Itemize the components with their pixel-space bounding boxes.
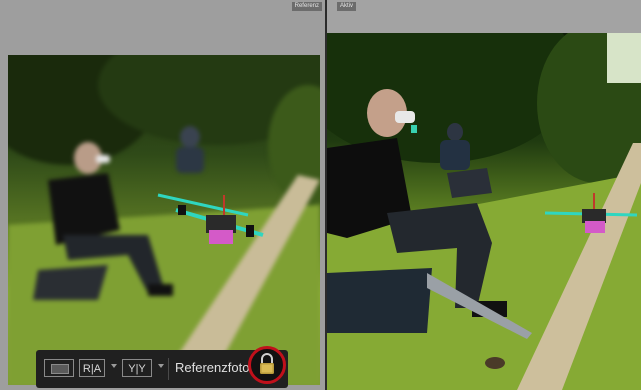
ra-compare-icon: R|A (82, 363, 102, 375)
padlock-icon (260, 353, 274, 374)
ra-dropdown-caret[interactable] (111, 364, 117, 368)
yy-dropdown-caret[interactable] (158, 364, 164, 368)
yy-compare-icon: Y|Y (128, 363, 146, 375)
reference-pane-tag: Referenz (291, 2, 322, 11)
reference-photo-scene (8, 55, 320, 385)
toolbar-separator (168, 358, 169, 380)
active-photo[interactable] (327, 33, 641, 390)
reference-photo-label: Referenzfoto (175, 360, 250, 375)
compare-toolbar: R|A Y|Y Referenzfoto (36, 346, 288, 388)
active-pane: Aktiv (327, 0, 641, 390)
reference-pane: Referenz (0, 0, 325, 390)
yy-compare-button[interactable]: Y|Y (122, 359, 152, 377)
reference-photo[interactable] (8, 55, 320, 385)
single-view-icon (51, 364, 69, 374)
single-view-button[interactable] (44, 359, 74, 377)
lock-button[interactable] (248, 346, 286, 384)
active-photo-scene (327, 33, 641, 390)
ra-compare-button[interactable]: R|A (79, 359, 105, 377)
active-pane-tag: Aktiv (337, 2, 357, 11)
